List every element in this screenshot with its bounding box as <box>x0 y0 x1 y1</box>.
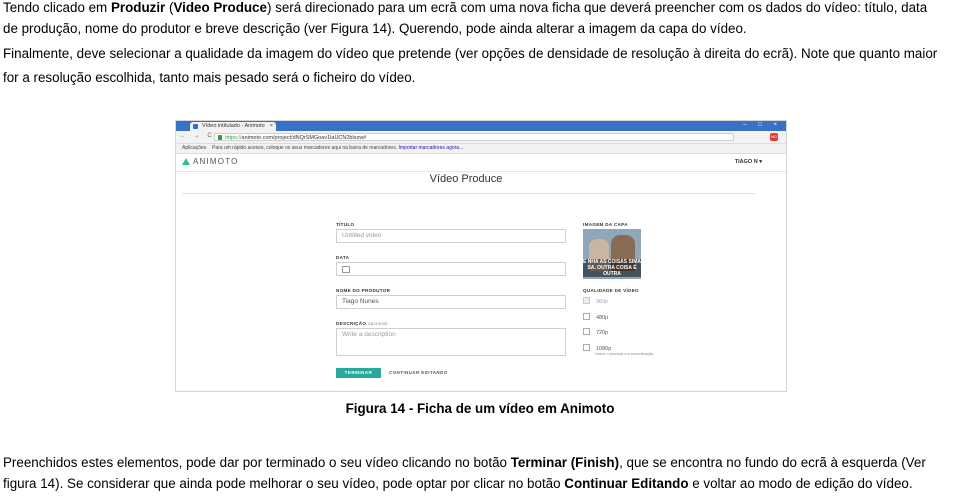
paragraph-intro-line-2: de produção, nome do produtor e breve de… <box>3 21 747 36</box>
title-label: TÍTULO <box>336 222 355 227</box>
divider <box>182 193 756 194</box>
paragraph-finish-line-1: Preenchidos estes elementos, pode dar po… <box>3 455 926 470</box>
date-label: DATA <box>336 255 350 260</box>
lock-icon <box>218 135 222 140</box>
paragraph-quality-line-1: Finalmente, deve selecionar a qualidade … <box>3 46 938 61</box>
url-protocol: https:// <box>225 135 242 141</box>
browser-nav-buttons[interactable]: ← → C <box>180 133 215 139</box>
figure-animoto-screenshot: Vídeo intitulado - Animoto × – □ × ← → C… <box>175 120 787 392</box>
term-produzir: Produzir <box>110 0 166 15</box>
tab-close-icon[interactable]: × <box>270 122 273 131</box>
url-path: animoto.com/project/dNQrSMGoav1laUCN2blx… <box>241 135 367 141</box>
figure-caption: Figura 14 - Ficha de um vídeo em Animoto <box>345 401 615 416</box>
bookmark-apps[interactable]: Aplicações <box>182 144 206 153</box>
description-label: DESCRIÇÃO opcional <box>336 321 388 326</box>
quality-label: QUALIDADE DE VÍDEO <box>583 288 639 293</box>
animoto-logo-icon <box>182 158 190 165</box>
browser-tab[interactable]: Vídeo intitulado - Animoto × <box>190 122 276 131</box>
term-video-produce: Video Produce <box>173 0 267 15</box>
checkbox-icon <box>583 313 590 320</box>
bookmarks-bar: Aplicações Para um rápido acesso, coloqu… <box>176 144 786 154</box>
page-title: Vídeo Produce <box>429 173 503 185</box>
checkbox-icon <box>583 328 590 335</box>
bookmarks-hint: Para um rápido acesso, coloque os seus m… <box>212 145 464 151</box>
paragraph-finish-line-2: figura 14). Se considerar que ainda pode… <box>3 476 913 491</box>
producer-label: NOME DO PRODUTOR <box>336 288 391 293</box>
user-menu[interactable]: TIAGO N ▾ <box>735 159 762 165</box>
term-continuar-editando: Continuar Editando <box>564 476 689 491</box>
animoto-logo[interactable]: ANIMOTO <box>182 157 239 166</box>
animoto-favicon-icon <box>193 124 198 129</box>
url-field[interactable]: https://animoto.com/project/dNQrSMGoav1l… <box>214 133 734 141</box>
producer-input[interactable]: Tiago Nunes <box>336 295 566 309</box>
quality-option-480p[interactable]: 480p <box>583 313 608 321</box>
import-bookmarks-link[interactable]: Importar marcadores agora... <box>399 145 464 151</box>
description-textarea[interactable]: Write a description <box>336 328 566 356</box>
continue-editing-button[interactable]: CONTINUAR EDITANDO <box>389 368 448 378</box>
date-input[interactable] <box>336 262 566 276</box>
quality-option-360p[interactable]: 360p <box>583 297 608 305</box>
quality-option-720p[interactable]: 720p <box>583 328 608 336</box>
cover-label: IMAGEM DA CAPA <box>583 222 628 227</box>
cover-image[interactable]: E NHA AS COISAS SIMA SA. OUTRA COISA É O… <box>583 229 641 279</box>
browser-address-bar: ← → C https://animoto.com/project/dNQrSM… <box>176 131 786 144</box>
browser-tab-bar: Vídeo intitulado - Animoto × – □ × <box>176 121 786 131</box>
cover-caption: E NHA AS COISAS SIMA SA. OUTRA COISA É O… <box>583 259 641 277</box>
finish-button[interactable]: TERMINAR <box>336 368 381 378</box>
checkbox-icon <box>583 297 590 304</box>
paragraph-intro-line-1: Tendo clicado em Produzir (Video Produce… <box>3 0 928 15</box>
window-controls[interactable]: – □ × <box>743 122 782 128</box>
animoto-header: ANIMOTO TIAGO N ▾ <box>176 154 786 172</box>
term-terminar: Terminar (Finish) <box>510 455 620 470</box>
title-input[interactable]: Untitled video <box>336 229 566 243</box>
checkbox-icon <box>583 344 590 351</box>
extension-icon[interactable]: NG <box>770 133 778 141</box>
calendar-icon <box>342 266 350 273</box>
paragraph-intro: Tendo clicado em Produzir (Video Produce… <box>3 0 927 39</box>
quality-note: Único o produto em escorticação <box>595 351 654 356</box>
paragraph-quality: Finalmente, deve selecionar a qualidade … <box>3 43 937 88</box>
browser-tab-title: Vídeo intitulado - Animoto <box>202 123 265 129</box>
paragraph-quality-line-2: for a resolução escolhida, tanto mais pe… <box>3 70 416 85</box>
paragraph-finish: Preenchidos estes elementos, pode dar po… <box>3 452 926 494</box>
